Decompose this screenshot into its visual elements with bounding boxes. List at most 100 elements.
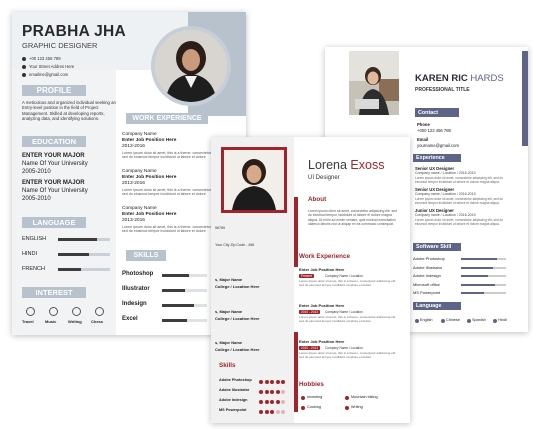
- work-company: Company Name: [122, 206, 157, 211]
- profile-photo: [349, 51, 399, 115]
- work-position: Enter Job Position Here: [299, 267, 345, 272]
- skill-level-bar: [162, 319, 207, 322]
- profile-photo: [221, 147, 287, 213]
- software-level-fill: [461, 258, 497, 260]
- resume-name: PRABHA JHA: [22, 23, 127, 40]
- language-bullet-icon: [441, 319, 445, 323]
- skill-level-bar: [162, 289, 207, 292]
- work-position: Enter Job Position Here: [122, 175, 177, 180]
- exp-company-3: Company name / Location / 2016-2019: [415, 213, 476, 217]
- left-edu-college-2: College / Location Here: [215, 316, 260, 321]
- rating-dot: [275, 410, 280, 414]
- skill-name: Illustrator: [122, 286, 150, 292]
- language-bullet-icon: [467, 319, 471, 323]
- rating-dot: [281, 410, 285, 414]
- accent-bar-top: [294, 197, 298, 267]
- language-level-fill: [58, 268, 82, 271]
- skill-level-bar: [162, 274, 207, 277]
- language-level-bar: [58, 268, 110, 271]
- left-edu-major-3: s, Major Name: [215, 340, 243, 345]
- software-name: Microsoft office: [413, 281, 440, 287]
- interest-label: Chess: [91, 319, 104, 324]
- hobby-label: Cooking: [307, 405, 321, 409]
- profile-photo: [151, 26, 231, 106]
- hobby-bullet-icon: [345, 406, 349, 410]
- edu-university-2: Name Of Your University: [22, 188, 88, 194]
- skill-rating: [259, 398, 287, 404]
- about-text: Lorem ipsum dolor sit amet, consectetur …: [308, 209, 397, 226]
- interest-label: Travel: [22, 319, 34, 324]
- edu-years-2: 2005-2010: [22, 196, 51, 202]
- skill-name: Adobe Indesign: [219, 398, 248, 402]
- work-date-badge: Present: [299, 274, 314, 278]
- accent-bar-bottom: [294, 332, 298, 412]
- hobby-bullet-icon: [301, 396, 305, 400]
- software-level-fill: [461, 266, 493, 269]
- left-edu-college-3: College / Location Here: [215, 347, 260, 352]
- rating-dot: [275, 400, 280, 404]
- software-name: Adobe Photoshop: [413, 256, 445, 261]
- plane-icon: [26, 307, 35, 316]
- section-education: EDUCATION: [22, 136, 86, 147]
- work-date-badge: 2010 - 2013: [299, 310, 321, 314]
- music-icon: [49, 307, 58, 316]
- hobby-label: Writing: [351, 405, 363, 409]
- skill-name: Adobe Photoshop: [219, 378, 252, 382]
- resume-lorena-exoss: Lorena Exoss UI Designer About Lorem ips…: [211, 137, 410, 423]
- phone-value: +000 123 456 789: [417, 128, 451, 133]
- chess-icon: [95, 307, 104, 316]
- rating-dot: [264, 390, 269, 394]
- work-company: Company Name: [122, 169, 157, 174]
- rating-dot: [264, 410, 269, 414]
- skill-rating: [259, 388, 287, 394]
- hobby-bullet-icon: [345, 396, 349, 400]
- language-name: ENGLISH: [22, 236, 47, 242]
- left-edu-major-2: s, Major Name: [215, 309, 243, 314]
- skill-level-bar: [162, 304, 207, 307]
- resume-name: Lorena Exoss: [308, 158, 385, 172]
- work-description: Lorem ipsum dolor sit amet, this is a th…: [299, 315, 396, 323]
- skill-level-fill: [162, 304, 194, 307]
- left-edu-major-1: s, Major Name: [215, 277, 243, 282]
- software-level-bar: [461, 258, 506, 260]
- language-name: FRENCH: [22, 266, 45, 272]
- rating-dot: [270, 390, 274, 394]
- mail-icon: [22, 72, 26, 77]
- skill-level-fill: [162, 289, 185, 292]
- section-skills: Skills: [219, 362, 236, 369]
- section-contact: Contact: [415, 108, 459, 117]
- software-level-bar: [461, 292, 506, 294]
- resume-title: UI Designer: [308, 175, 340, 181]
- software-name: Adobe Illustrator: [413, 264, 443, 270]
- interest-label: Writing: [68, 319, 82, 324]
- resume-name: KAREN RIC HARDS: [415, 73, 504, 84]
- language-level-bar: [58, 253, 110, 256]
- section-language: Language: [413, 302, 461, 310]
- software-level-fill: [461, 275, 488, 277]
- software-level-fill: [461, 283, 495, 286]
- skill-level-fill: [162, 319, 187, 322]
- section-software-skill: Software Skill: [413, 243, 461, 251]
- work-description: Lorem ipsum dolor sit amet, this is a th…: [299, 279, 396, 287]
- accent-stripe: [522, 51, 528, 146]
- section-work-experience: Work Experience: [299, 253, 350, 260]
- edu-major-2: ENTER YOUR MAJOR: [22, 180, 85, 186]
- contact-phone: +00 123 456 789: [22, 56, 61, 61]
- skill-name: MS Powerpoint: [219, 408, 247, 412]
- work-position: Enter Job Position Here: [299, 339, 345, 344]
- section-about: About: [308, 196, 327, 203]
- work-years: 2013-2016: [122, 218, 145, 223]
- work-years: 2013-2016: [122, 144, 145, 149]
- software-level-bar: [461, 275, 506, 277]
- rating-dot: [259, 390, 263, 394]
- section-language: LANGUAGE: [22, 217, 86, 228]
- software-level-bar: [461, 283, 506, 286]
- language-bullet-icon: [493, 319, 497, 323]
- section-hobbies: Hobbies: [299, 381, 324, 388]
- section-profile: PROFILE: [22, 85, 86, 96]
- work-position: Enter Job Position Here: [122, 212, 177, 217]
- section-interest: INTEREST: [22, 287, 86, 298]
- language-level-bar: [58, 238, 110, 241]
- work-company: Company Name / Location: [325, 346, 363, 350]
- rating-dot: [259, 410, 263, 414]
